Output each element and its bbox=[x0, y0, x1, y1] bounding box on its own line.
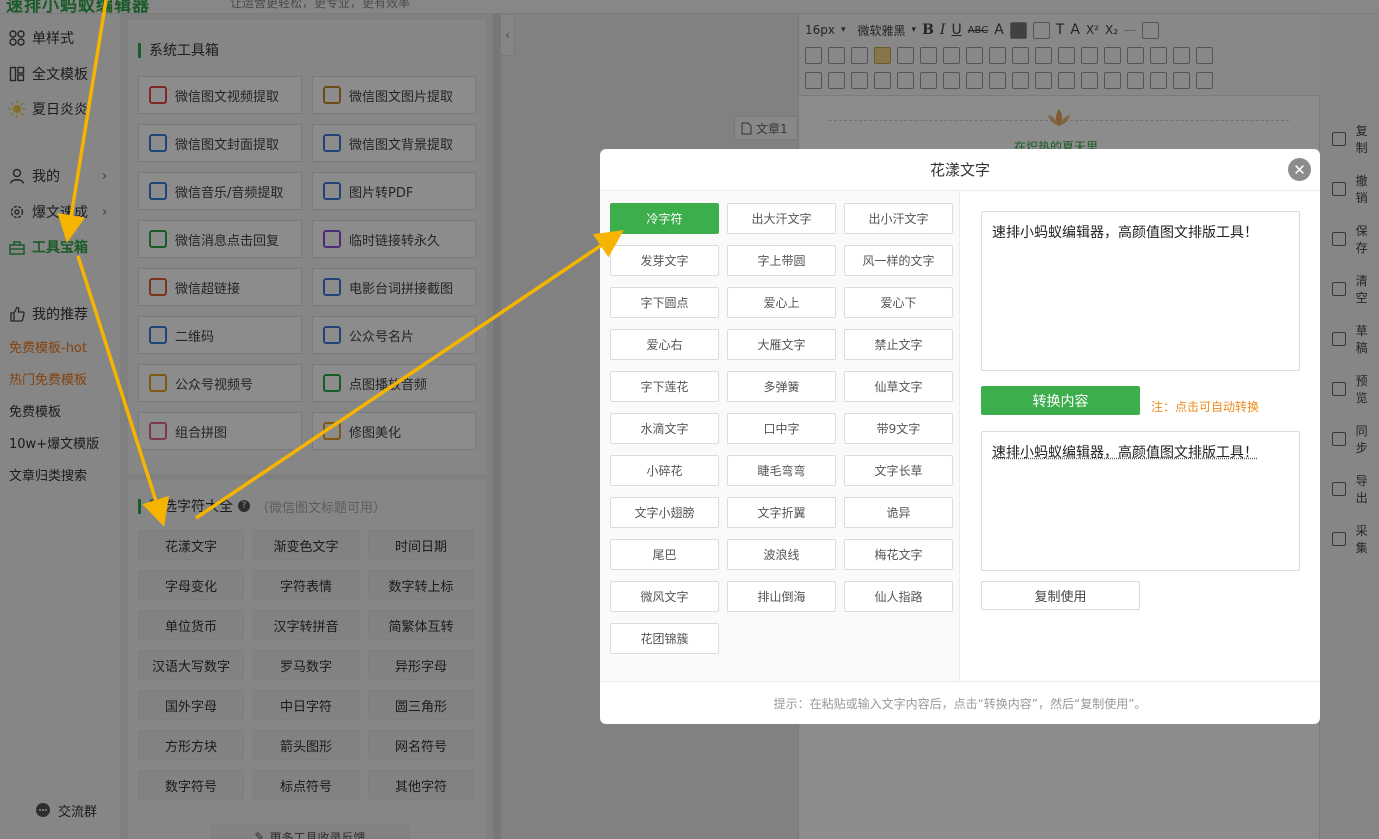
style-option-button[interactable]: 出小汗文字 bbox=[844, 203, 953, 234]
style-option-button[interactable]: 仙草文字 bbox=[844, 371, 953, 402]
style-option-button[interactable]: 字上带圆 bbox=[727, 245, 836, 276]
style-option-button[interactable]: 文字长草 bbox=[844, 455, 953, 486]
convert-note: 注：点击可自动转换 bbox=[1151, 398, 1259, 415]
style-option-button[interactable]: 爱心下 bbox=[844, 287, 953, 318]
style-option-button[interactable]: 微风文字 bbox=[610, 581, 719, 612]
dialog-header: 花漾文字 bbox=[600, 149, 1320, 191]
style-option-button[interactable]: 禁止文字 bbox=[844, 329, 953, 360]
style-option-button[interactable]: 出大汗文字 bbox=[727, 203, 836, 234]
input-textarea[interactable]: 速排小蚂蚁编辑器，高颜值图文排版工具！ bbox=[981, 211, 1300, 371]
style-option-button[interactable]: 多弹簧 bbox=[727, 371, 836, 402]
style-option-button[interactable]: 爱心右 bbox=[610, 329, 719, 360]
style-option-button[interactable]: 爱心上 bbox=[727, 287, 836, 318]
style-option-button[interactable]: 水滴文字 bbox=[610, 413, 719, 444]
style-option-button[interactable]: 睫毛弯弯 bbox=[727, 455, 836, 486]
dialog-title: 花漾文字 bbox=[930, 159, 990, 180]
style-option-button[interactable]: 诡异 bbox=[844, 497, 953, 528]
style-option-button[interactable]: 字下圆点 bbox=[610, 287, 719, 318]
style-option-button[interactable]: 字下莲花 bbox=[610, 371, 719, 402]
style-option-button[interactable]: 文字小翅膀 bbox=[610, 497, 719, 528]
style-option-button[interactable]: 大雁文字 bbox=[727, 329, 836, 360]
style-option-button[interactable]: 花团锦簇 bbox=[610, 623, 719, 654]
style-option-button[interactable]: 排山倒海 bbox=[727, 581, 836, 612]
style-option-button[interactable]: 波浪线 bbox=[727, 539, 836, 570]
style-option-button[interactable]: 仙人指路 bbox=[844, 581, 953, 612]
dialog-footer-tip: 提示：在粘贴或输入文字内容后，点击“转换内容”，然后“复制使用”。 bbox=[600, 681, 1320, 724]
style-option-button[interactable]: 文字折翼 bbox=[727, 497, 836, 528]
fancy-text-dialog: 花漾文字 ✕ 冷字符 出大汗文字 出小汗文字 发芽文字 字上带圆 风一样的文字 字下圆点 爱心… bbox=[600, 149, 1320, 724]
style-option-button[interactable]: 口中字 bbox=[727, 413, 836, 444]
style-list: 冷字符 出大汗文字 出小汗文字发芽文字 字上带圆 风一样的文字字下圆点 爱心上 爱心下爱心右… bbox=[600, 191, 960, 681]
convert-button[interactable]: 转换内容 bbox=[981, 386, 1140, 415]
style-option-button[interactable]: 小碎花 bbox=[610, 455, 719, 486]
copy-use-button[interactable]: 复制使用 bbox=[981, 581, 1140, 610]
style-option-button[interactable]: 梅花文字 bbox=[844, 539, 953, 570]
style-option-button[interactable]: 发芽文字 bbox=[610, 245, 719, 276]
style-option-button[interactable]: 尾巴 bbox=[610, 539, 719, 570]
close-icon[interactable]: ✕ bbox=[1288, 158, 1311, 181]
style-option-button[interactable]: 风一样的文字 bbox=[844, 245, 953, 276]
output-textarea[interactable]: 速排小蚂蚁编辑器，高颜值图文排版工具！ bbox=[981, 431, 1300, 571]
style-option-button[interactable]: 带9文字 bbox=[844, 413, 953, 444]
output-text: 速排小蚂蚁编辑器，高颜值图文排版工具！ bbox=[992, 445, 1258, 461]
style-option-button[interactable]: 冷字符 bbox=[610, 203, 719, 234]
